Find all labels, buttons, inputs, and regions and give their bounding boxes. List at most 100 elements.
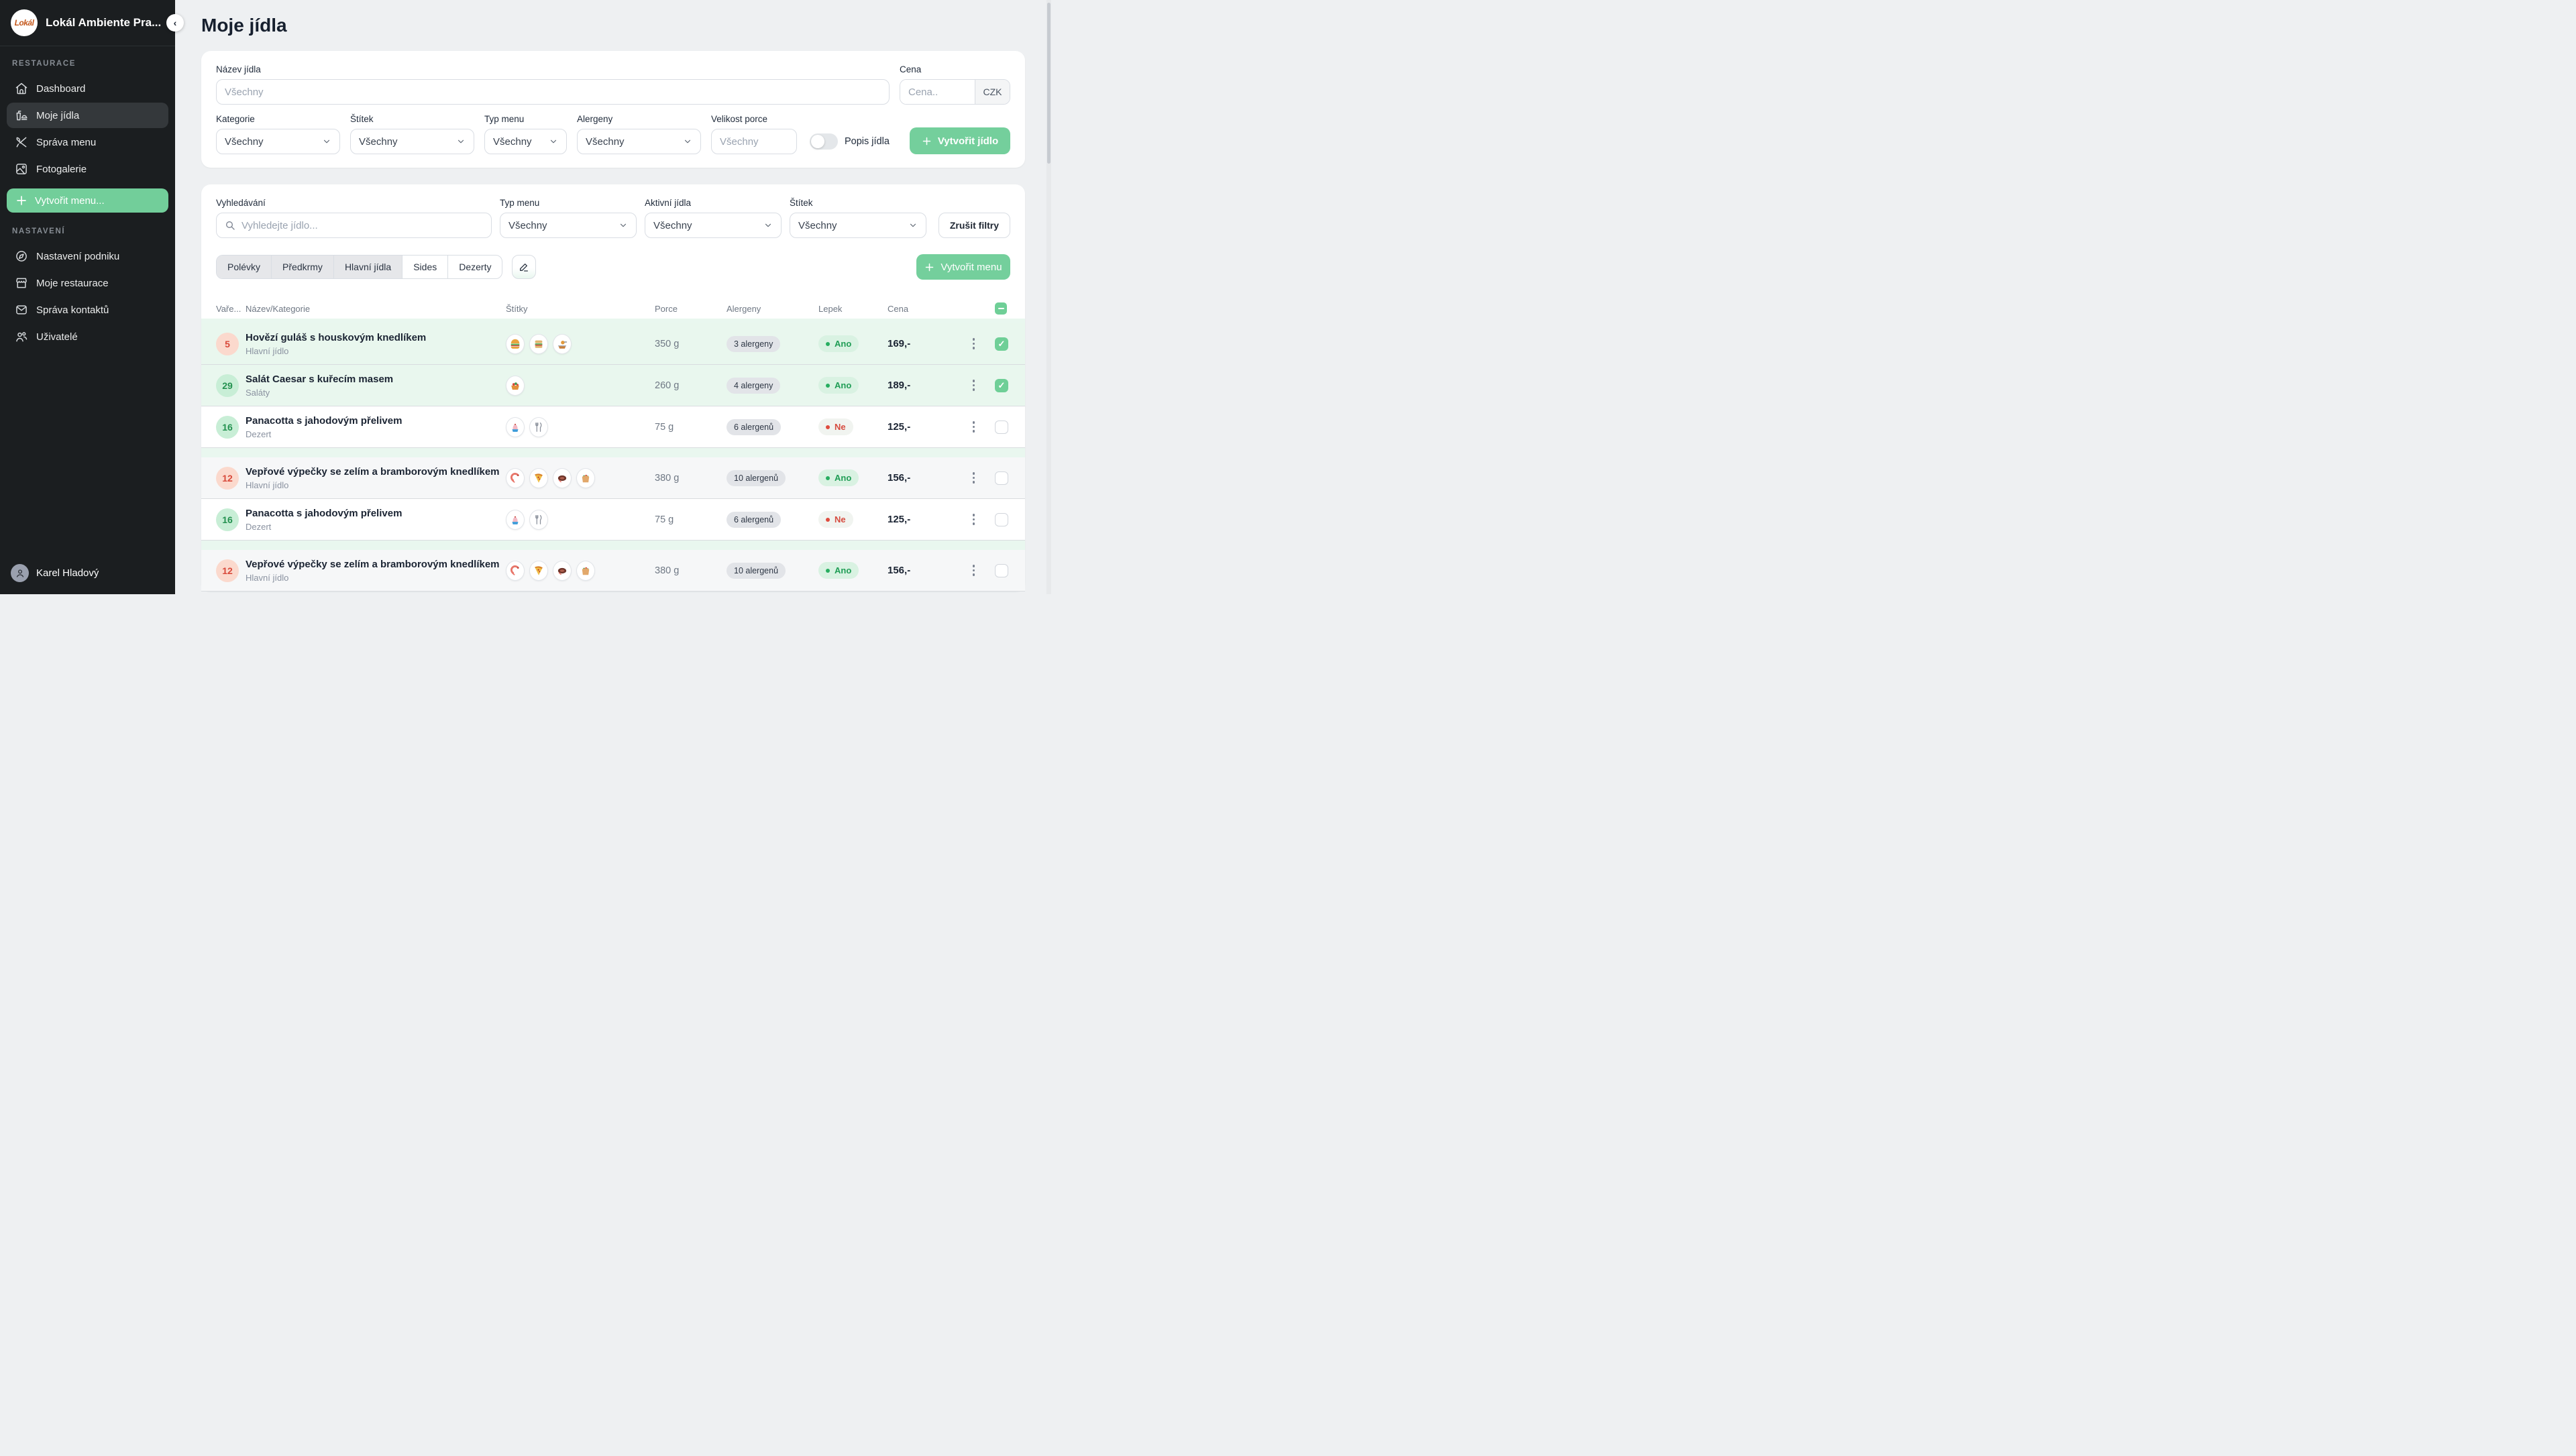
sidebar-item-dashboard[interactable]: Dashboard	[7, 76, 168, 101]
allergens-badge: 6 alergenů	[727, 512, 781, 528]
portion-value: 260 g	[655, 380, 727, 391]
steak-tag-icon	[553, 468, 572, 488]
sidebar-item-u-ivatel[interactable]: Uživatelé	[7, 324, 168, 349]
table-row: 12 Vepřové výpečky se zelím a bramborovým…	[201, 457, 1025, 499]
list-filter-aktivn-j-dla-select[interactable]: Všechny	[645, 213, 782, 238]
chevron-down-icon	[619, 221, 628, 230]
row-menu-button[interactable]	[970, 335, 978, 352]
gluten-status-label: Ne	[835, 514, 846, 524]
sidebar-create-menu-button[interactable]: Vytvořit menu...	[7, 188, 168, 213]
row-checkbox[interactable]	[995, 421, 1008, 434]
search-input[interactable]	[241, 220, 483, 231]
gluten-status-badge: Ano	[818, 377, 859, 394]
list-filter-t-tek-select[interactable]: Všechny	[790, 213, 926, 238]
dish-table: Vaře...Název/KategorieŠtítkyPorceAlergen…	[201, 298, 1025, 592]
select-value: Všechny	[586, 136, 625, 148]
image-icon	[15, 162, 28, 176]
user-menu[interactable]: Karel Hladový	[0, 555, 175, 594]
row-menu-button[interactable]	[970, 469, 978, 486]
portion-value: 380 g	[655, 473, 727, 484]
filter-alergeny-select[interactable]: Všechny	[577, 129, 701, 154]
dish-name-field	[216, 79, 890, 105]
select-all-checkbox[interactable]	[995, 302, 1007, 315]
kebab-dot	[973, 573, 975, 576]
filter-kategorie-select[interactable]: Všechny	[216, 129, 340, 154]
chevron-down-icon	[549, 137, 558, 146]
table-header: Vaře...Název/KategorieŠtítkyPorceAlergen…	[201, 298, 1025, 319]
scrollbar-thumb[interactable]	[1047, 3, 1051, 164]
portion-size-field	[711, 129, 797, 154]
chevron-down-icon	[456, 137, 466, 146]
filter-t-tek-select[interactable]: Všechny	[350, 129, 474, 154]
dish-filter-card: Název jídla Cena CZK KategorieVšechnyŠtí…	[201, 51, 1025, 168]
tab-p-edkrmy[interactable]: Předkrmy	[272, 256, 334, 278]
sidebar-item-moje-restaurace[interactable]: Moje restaurace	[7, 270, 168, 296]
sidebar-item-label: Uživatelé	[36, 331, 78, 343]
sidebar-item-fotogalerie[interactable]: Fotogalerie	[7, 156, 168, 182]
dish-name-cell: Vepřové výpečky se zelím a bramborovým k…	[246, 466, 506, 490]
allergens-badge: 10 alergenů	[727, 470, 786, 486]
plus-icon	[924, 262, 934, 272]
create-menu-button[interactable]: Vytvořit menu	[916, 254, 1010, 280]
dish-description-toggle-label: Popis jídla	[845, 136, 890, 147]
sidebar-item-nastaven-podniku[interactable]: Nastavení podniku	[7, 243, 168, 269]
sidebar-item-spr-va-kontakt[interactable]: Správa kontaktů	[7, 297, 168, 323]
row-checkbox[interactable]	[995, 564, 1008, 577]
table-row: 16Panacotta s jahodovým přelivemDezert75…	[201, 406, 1025, 448]
scrollbar[interactable]	[1046, 0, 1051, 594]
select-value: Všechny	[225, 136, 264, 148]
row-checkbox[interactable]: ✓	[995, 379, 1008, 392]
create-dish-button[interactable]: Vytvořit jídlo	[910, 127, 1010, 154]
sidebar-item-spr-va-menu[interactable]: Správa menu	[7, 129, 168, 155]
portion-size-input[interactable]	[720, 136, 788, 148]
row-checkbox[interactable]: ✓	[995, 337, 1008, 351]
filter-alergeny-field: AlergenyVšechny	[577, 114, 701, 154]
table-row: 16Panacotta s jahodovým přelivemDezert75…	[201, 499, 1025, 541]
portion-size-label: Velikost porce	[711, 114, 797, 124]
row-checkbox[interactable]	[995, 471, 1008, 485]
dessert-tag-icon	[506, 417, 525, 437]
price-input[interactable]	[900, 80, 975, 104]
sandwich-tag-icon	[529, 334, 548, 354]
filter-typ-menu-select[interactable]: Všechny	[484, 129, 567, 154]
cook-count-badge: 16	[216, 508, 239, 531]
dish-name-input[interactable]	[225, 87, 881, 98]
dish-category: Hlavní jídlo	[246, 573, 506, 583]
row-checkbox[interactable]	[995, 513, 1008, 526]
cook-count-badge: 12	[216, 467, 239, 490]
tab-dezerty[interactable]: Dezerty	[448, 256, 502, 278]
row-menu-button[interactable]	[970, 418, 978, 435]
sidebar-collapse-button[interactable]: ‹	[166, 14, 184, 32]
row-menu-button[interactable]	[970, 562, 978, 579]
filter-t-tek-field: ŠtítekVšechny	[350, 114, 474, 154]
chevron-down-icon	[908, 221, 918, 230]
list-filter-typ-menu-select[interactable]: Všechny	[500, 213, 637, 238]
sidebar-item-label: Dashboard	[36, 83, 85, 95]
tab-pol-vky[interactable]: Polévky	[217, 256, 272, 278]
sidebar-item-moje-j-dla[interactable]: Moje jídla	[7, 103, 168, 128]
price-label: Cena	[900, 64, 1010, 74]
column-header-porce: Porce	[655, 304, 727, 314]
table-row: 29Salát Caesar s kuřecím masemSaláty260 …	[201, 365, 1025, 406]
sidebar-item-label: Moje jídla	[36, 110, 79, 121]
price-value: 125,-	[888, 514, 953, 525]
tab-hlavn-j-dla[interactable]: Hlavní jídla	[334, 256, 402, 278]
table-row: 5Hovězí guláš s houskovým knedlíkemHlavn…	[201, 323, 1025, 365]
tab-sides[interactable]: Sides	[402, 256, 448, 278]
kebab-dot	[973, 421, 975, 424]
burger-tag-icon	[506, 334, 525, 354]
status-dot	[826, 476, 830, 480]
row-menu-button[interactable]	[970, 511, 978, 528]
dish-tags	[506, 376, 655, 396]
edit-categories-button[interactable]	[512, 255, 536, 279]
row-menu-button[interactable]	[970, 377, 978, 394]
shrimp-tag-icon	[506, 468, 525, 488]
search-icon	[225, 220, 235, 231]
column-header-alergeny: Alergeny	[727, 304, 818, 314]
gluten-cell: Ne	[818, 511, 888, 528]
currency-suffix: CZK	[975, 80, 1010, 104]
dish-description-toggle[interactable]	[810, 133, 838, 150]
allergens-cell: 6 alergenů	[727, 419, 818, 435]
clear-filters-button[interactable]: Zrušit filtry	[938, 213, 1010, 238]
dish-name: Salát Caesar s kuřecím masem	[246, 374, 506, 385]
